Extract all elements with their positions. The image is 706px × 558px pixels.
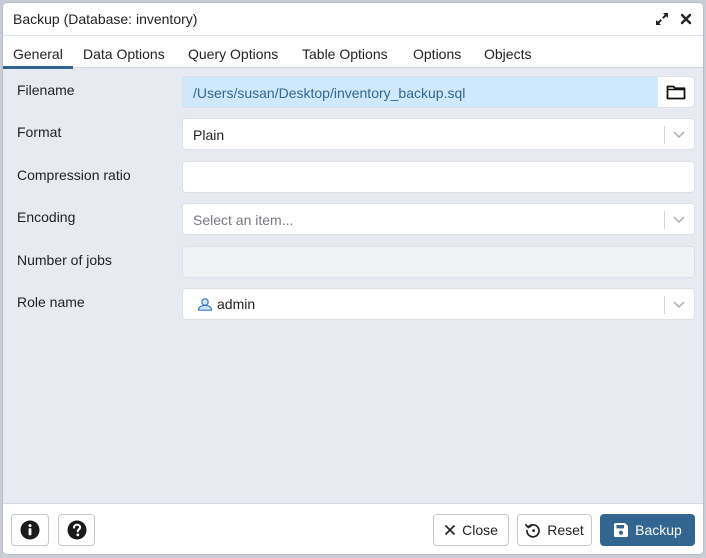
- tab-options[interactable]: Options: [413, 36, 461, 67]
- info-icon: [20, 520, 40, 540]
- encoding-select[interactable]: Select an item...: [182, 203, 695, 235]
- chevron-down-icon[interactable]: [672, 214, 686, 226]
- tab-query-options[interactable]: Query Options: [188, 36, 278, 67]
- tab-objects[interactable]: Objects: [484, 36, 531, 67]
- save-icon: [614, 523, 629, 537]
- reset-button-label: Reset: [547, 522, 584, 538]
- role-name-select[interactable]: admin: [182, 288, 695, 320]
- filename-field[interactable]: /Users/susan/Desktop/inventory_backup.sq…: [182, 76, 695, 108]
- format-label: Format: [17, 124, 62, 140]
- role-name-value: admin: [217, 296, 256, 312]
- close-button-label: Close: [462, 522, 498, 538]
- tab-data-options[interactable]: Data Options: [83, 36, 165, 67]
- select-separator: [664, 211, 665, 229]
- compression-ratio-input[interactable]: [182, 161, 695, 193]
- dialog-footer: Close Reset Backup: [3, 503, 703, 554]
- reset-button[interactable]: Reset: [517, 514, 592, 546]
- close-icon: [445, 524, 456, 536]
- number-of-jobs-label: Number of jobs: [17, 252, 112, 268]
- close-button[interactable]: Close: [433, 514, 509, 546]
- backup-button[interactable]: Backup: [600, 514, 695, 546]
- role-name-display: admin: [197, 296, 255, 312]
- expand-icon[interactable]: [654, 11, 670, 27]
- chevron-down-icon[interactable]: [672, 299, 686, 311]
- chevron-down-icon[interactable]: [672, 129, 686, 141]
- format-select[interactable]: Plain: [182, 118, 695, 150]
- dialog-title: Backup (Database: inventory): [13, 11, 198, 27]
- folder-icon[interactable]: [658, 77, 694, 107]
- info-button[interactable]: [11, 514, 49, 546]
- select-separator: [664, 126, 665, 144]
- reset-icon: [525, 523, 540, 538]
- select-separator: [664, 296, 665, 314]
- encoding-placeholder: Select an item...: [193, 212, 294, 228]
- format-value: Plain: [193, 127, 225, 143]
- number-of-jobs-input[interactable]: [182, 246, 695, 278]
- backup-button-label: Backup: [635, 522, 682, 538]
- filename-value[interactable]: /Users/susan/Desktop/inventory_backup.sq…: [193, 85, 465, 101]
- close-icon[interactable]: [678, 11, 694, 27]
- compression-ratio-label: Compression ratio: [17, 167, 131, 183]
- dialog-titlebar[interactable]: Backup (Database: inventory): [3, 3, 703, 36]
- role-name-label: Role name: [17, 294, 85, 310]
- backup-dialog: Backup (Database: inventory) General Dat…: [3, 3, 703, 554]
- help-icon: [67, 520, 86, 540]
- encoding-label: Encoding: [17, 209, 76, 225]
- tab-general[interactable]: General: [3, 36, 73, 69]
- help-button[interactable]: [58, 514, 95, 546]
- filename-label: Filename: [17, 82, 75, 98]
- tab-table-options[interactable]: Table Options: [302, 36, 388, 67]
- tab-bar: General Data Options Query Options Table…: [3, 36, 703, 69]
- user-icon: [197, 298, 213, 311]
